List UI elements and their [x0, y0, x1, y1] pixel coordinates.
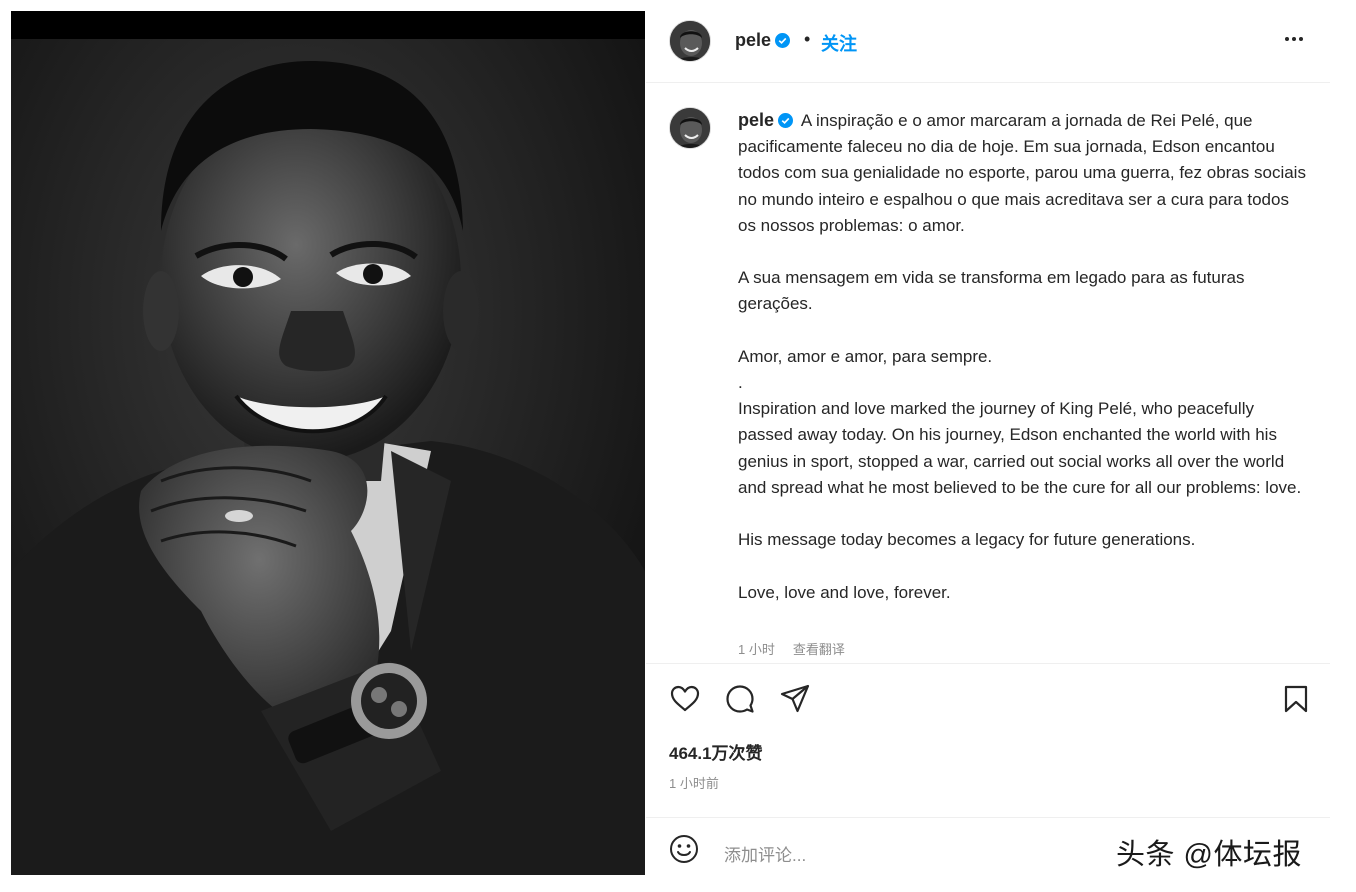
watermark: 头条 @体坛报	[1116, 839, 1302, 871]
caption-en-love: Love, love and love, forever.	[738, 582, 951, 602]
caption-gap	[738, 318, 1308, 344]
caption-en-intro: Inspiration and love marked the journey …	[738, 399, 1302, 497]
more-options-icon[interactable]	[1282, 27, 1306, 51]
divider	[646, 663, 1330, 664]
comment-input[interactable]: 添加评论...	[724, 841, 806, 866]
avatar-image	[670, 21, 710, 61]
caption-pt-message: A sua mensagem em vida se transforma em …	[738, 268, 1245, 314]
heart-icon[interactable]	[669, 683, 701, 715]
caption-gap	[738, 239, 1308, 265]
post-photo[interactable]	[11, 11, 645, 875]
emoji-icon[interactable]	[668, 833, 700, 865]
comment-bubble-icon[interactable]	[724, 683, 756, 715]
caption-area: pele A inspiração e o amor marcaram a jo…	[646, 83, 1330, 663]
divider	[646, 817, 1330, 818]
caption-username-text[interactable]: pele	[738, 110, 774, 130]
username-text[interactable]: pele	[735, 30, 771, 50]
separator-dot: •	[804, 29, 811, 49]
caption-meta: 1 小时 查看翻译	[738, 639, 845, 658]
see-translation-link[interactable]: 查看翻译	[793, 642, 845, 657]
verified-badge-icon	[775, 33, 791, 48]
post-caption: pele A inspiração e o amor marcaram a jo…	[738, 107, 1308, 606]
avatar[interactable]	[669, 107, 711, 149]
action-bar	[646, 673, 1330, 725]
caption-gap	[738, 553, 1308, 579]
post-header: pele • 关注	[646, 11, 1330, 83]
caption-separator-dot: .	[738, 373, 743, 392]
caption-gap	[738, 501, 1308, 527]
caption-username[interactable]: pele	[738, 110, 794, 130]
likes-count[interactable]: 464.1万次赞	[669, 739, 763, 764]
caption-pt-intro-text: A inspiração e o amor marcaram a jornada…	[738, 111, 1306, 235]
send-icon[interactable]	[779, 683, 811, 715]
bookmark-icon[interactable]	[1280, 683, 1312, 715]
caption-pt-love: Amor, amor e amor, para sempre.	[738, 346, 993, 366]
follow-button[interactable]: 关注	[821, 30, 857, 56]
username[interactable]: pele	[735, 30, 791, 51]
portrait-image	[11, 11, 645, 875]
post-panel: pele • 关注 pele A inspiração e o amor mar…	[646, 11, 1330, 875]
verified-badge-icon	[778, 113, 794, 128]
post-timestamp: 1 小时前	[669, 776, 719, 791]
caption-en-message: His message today becomes a legacy for f…	[738, 530, 1196, 550]
caption-time: 1 小时	[738, 642, 775, 657]
caption-pt-intro: pele A inspiração e o amor marcaram a jo…	[738, 107, 1308, 239]
avatar[interactable]	[669, 20, 711, 62]
avatar-image	[670, 108, 710, 148]
